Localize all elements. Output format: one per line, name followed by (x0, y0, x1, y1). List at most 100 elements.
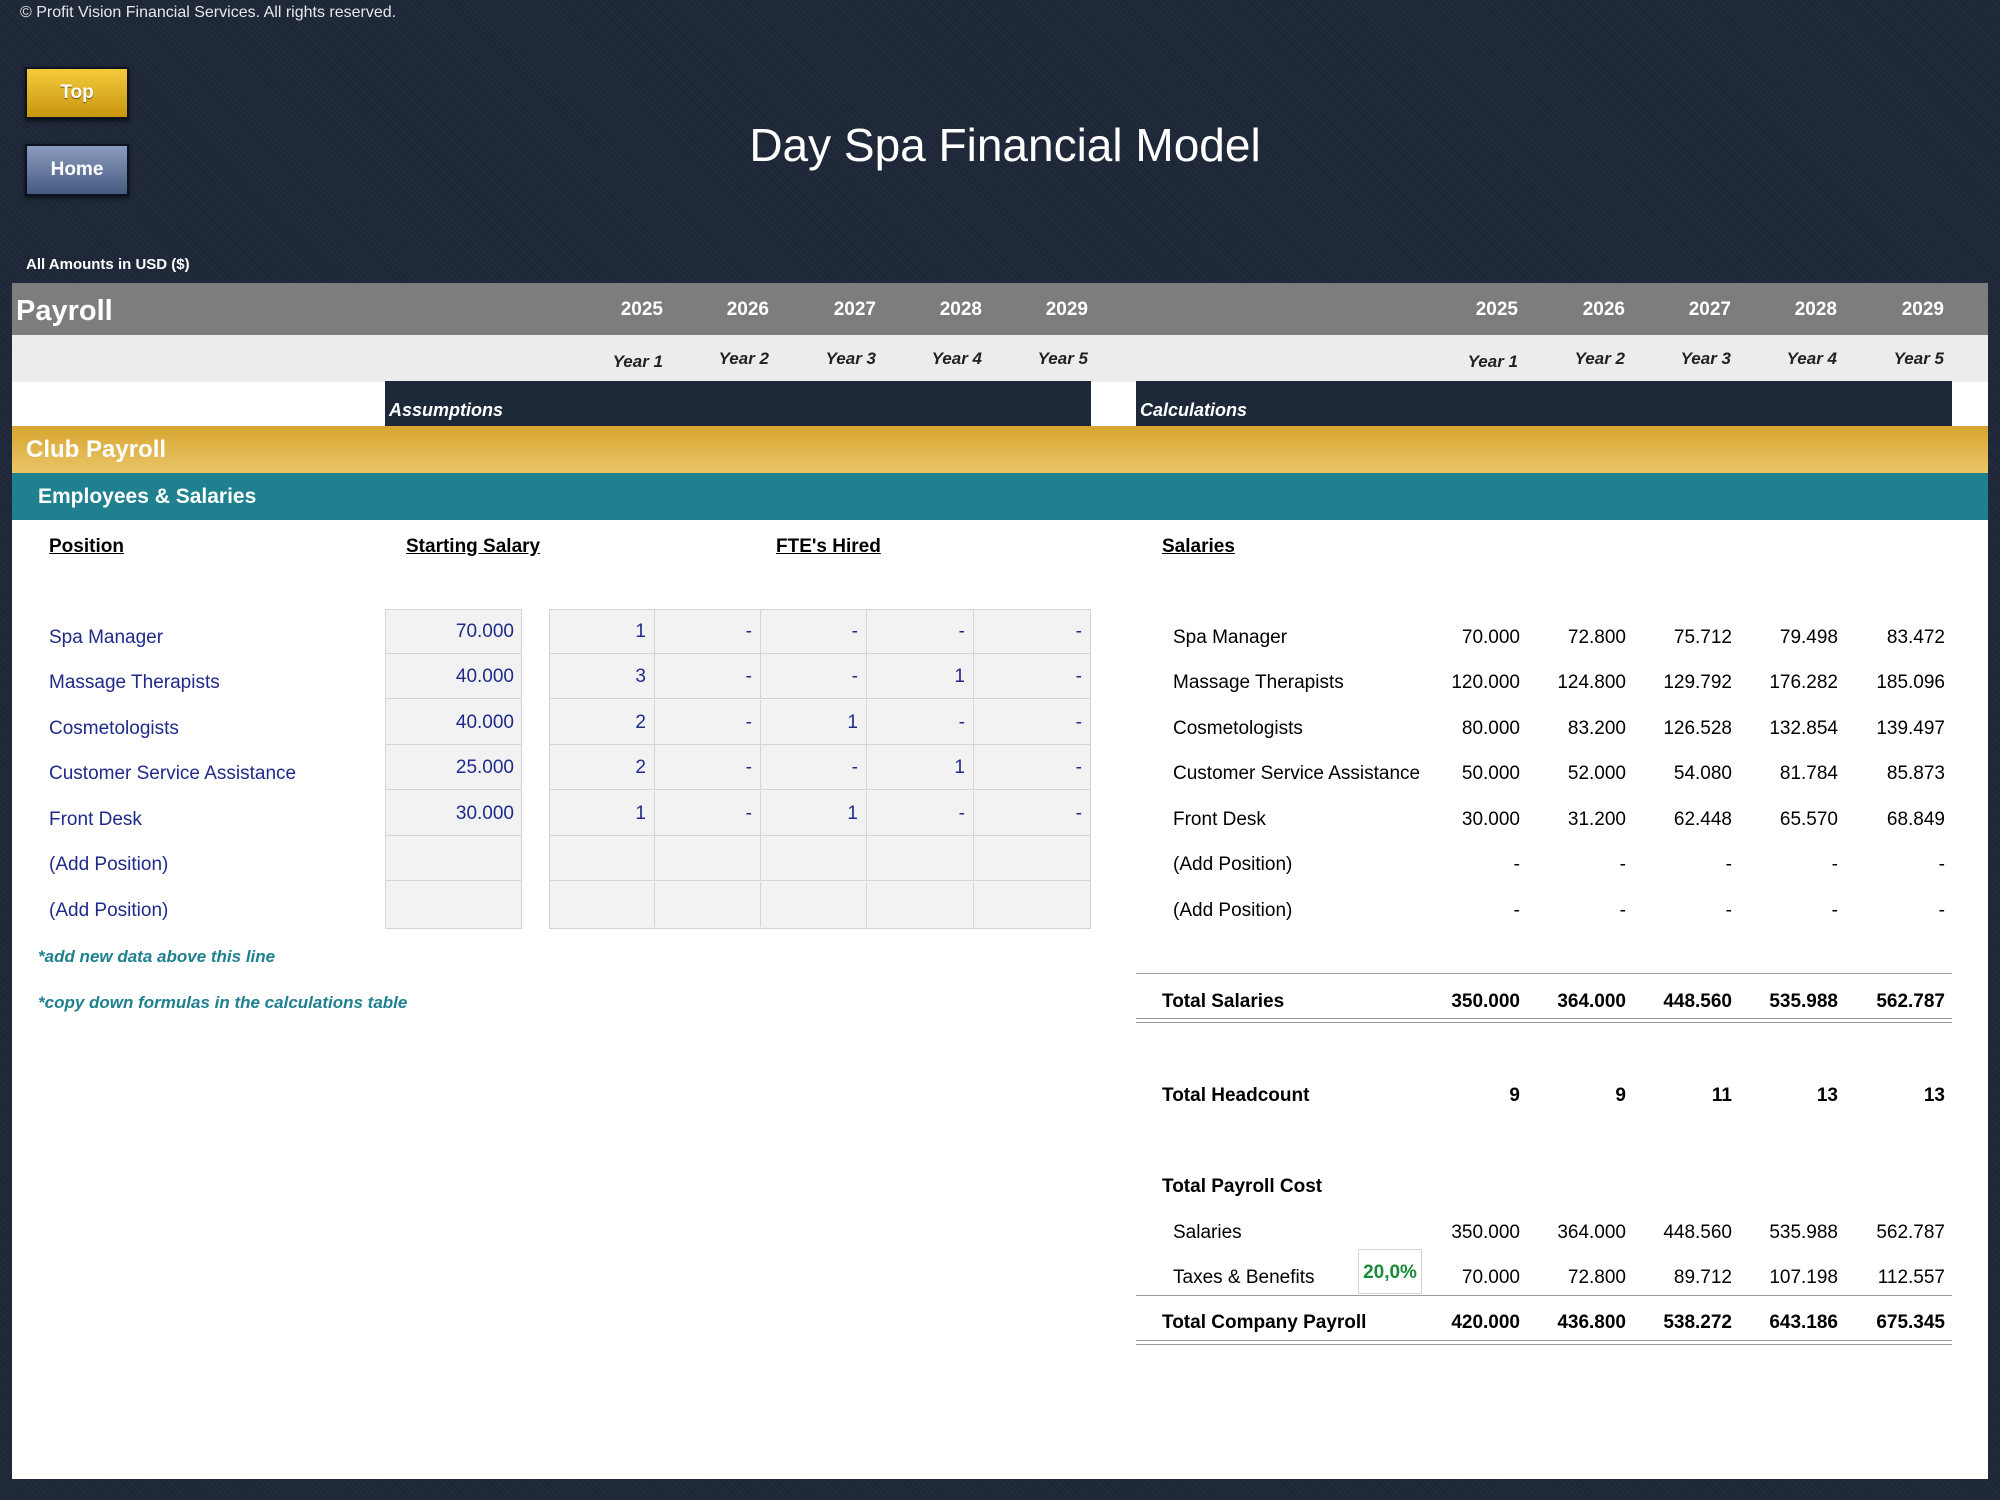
calc-row-label: (Add Position) (1173, 854, 1293, 875)
fte-input[interactable]: - (974, 700, 1091, 745)
calc-value: - (1831, 900, 1838, 921)
fte-input[interactable] (655, 836, 761, 881)
fte-input[interactable] (867, 836, 974, 881)
calc-value: - (1725, 854, 1732, 875)
calc-value: 185.096 (1876, 672, 1945, 693)
top-button[interactable]: Top (25, 67, 129, 119)
fte-input[interactable] (549, 882, 655, 927)
salaries-header: Salaries (1162, 536, 1235, 557)
fte-input[interactable]: - (867, 791, 974, 836)
total-company-payroll-value: 538.272 (1663, 1312, 1732, 1333)
fte-input[interactable]: - (761, 654, 867, 699)
salaries-row-value: 448.560 (1663, 1222, 1732, 1243)
total-company-payroll-label: Total Company Payroll (1162, 1312, 1367, 1333)
salary-input[interactable]: 25.000 (385, 745, 522, 790)
fte-input[interactable] (974, 836, 1091, 881)
sheet-title: Payroll (16, 295, 113, 327)
divider-line (1136, 1295, 1952, 1296)
fte-input[interactable]: - (974, 791, 1091, 836)
note-add-data: *add new data above this line (38, 947, 276, 966)
calc-value: 79.498 (1779, 627, 1838, 648)
starting-salary-header: Starting Salary (406, 536, 541, 557)
fte-input[interactable]: - (867, 700, 974, 745)
fte-input[interactable]: 2 (549, 745, 655, 790)
calc-value: - (1938, 900, 1945, 921)
salary-input[interactable] (385, 836, 522, 881)
calc-value: 52.000 (1567, 763, 1626, 784)
fte-input[interactable] (655, 882, 761, 927)
position-name: Massage Therapists (49, 672, 220, 693)
fte-input[interactable]: - (974, 745, 1091, 790)
fte-input[interactable]: 1 (549, 609, 655, 654)
fte-input[interactable] (761, 836, 867, 881)
double-underline (1136, 1340, 1952, 1341)
assumptions-bar: Assumptions (385, 381, 1091, 426)
total-headcount-value: 13 (1923, 1085, 1945, 1106)
calc-row-label: Massage Therapists (1173, 672, 1344, 693)
currency-label: All Amounts in USD ($) (26, 256, 190, 273)
salary-input[interactable]: 40.000 (385, 654, 522, 699)
tax-rate-input[interactable]: 20,0% (1358, 1249, 1422, 1294)
year-label-row: Year 1 Year 2 Year 3 Year 4 Year 5 Year … (12, 335, 1988, 382)
position-name: Front Desk (49, 809, 142, 830)
assumption-year-2: 2026 (726, 299, 769, 320)
fte-input[interactable]: - (655, 654, 761, 699)
fte-input[interactable]: - (974, 609, 1091, 654)
salary-input[interactable]: 30.000 (385, 791, 522, 836)
assumption-year-label-2: Year 2 (718, 349, 769, 368)
fte-input[interactable]: 1 (761, 700, 867, 745)
calc-year-label-5: Year 5 (1893, 349, 1944, 368)
taxes-row-label: Taxes & Benefits (1173, 1267, 1315, 1288)
fte-input[interactable]: - (974, 654, 1091, 699)
fte-input[interactable] (974, 882, 1091, 927)
calc-value: 83.472 (1886, 627, 1945, 648)
calc-value: 124.800 (1557, 672, 1626, 693)
calc-row-label: Front Desk (1173, 809, 1266, 830)
section-bar: Club Payroll (12, 426, 1988, 473)
calc-value: 68.849 (1886, 809, 1945, 830)
fte-input[interactable] (549, 836, 655, 881)
fte-input[interactable]: - (867, 609, 974, 654)
total-company-payroll-value: 643.186 (1769, 1312, 1838, 1333)
total-company-payroll-value: 420.000 (1451, 1312, 1520, 1333)
calc-value: 129.792 (1663, 672, 1732, 693)
taxes-row-value: 89.712 (1673, 1267, 1732, 1288)
salary-input[interactable]: 40.000 (385, 700, 522, 745)
fte-input[interactable]: - (655, 791, 761, 836)
calc-year-4: 2028 (1794, 299, 1837, 320)
fte-input[interactable]: 1 (867, 745, 974, 790)
assumption-year-1: 2025 (620, 299, 663, 320)
calculations-label: Calculations (1140, 400, 1248, 420)
fte-input[interactable]: - (655, 609, 761, 654)
fte-input[interactable]: - (761, 609, 867, 654)
fte-input[interactable]: 2 (549, 700, 655, 745)
fte-input[interactable]: 1 (867, 654, 974, 699)
taxes-row-value: 70.000 (1461, 1267, 1520, 1288)
assumption-year-3: 2027 (833, 299, 876, 320)
fte-input[interactable]: - (655, 700, 761, 745)
fte-hired-header: FTE's Hired (776, 536, 881, 557)
salaries-row-value: 364.000 (1557, 1222, 1626, 1243)
calc-value: 176.282 (1769, 672, 1838, 693)
add-position-placeholder: (Add Position) (49, 854, 169, 875)
calc-year-label-3: Year 3 (1680, 349, 1731, 368)
total-headcount-value: 9 (1509, 1085, 1520, 1106)
calc-value: 120.000 (1451, 672, 1520, 693)
salaries-row-value: 535.988 (1769, 1222, 1838, 1243)
total-headcount-value: 9 (1615, 1085, 1626, 1106)
calculations-bar: Calculations (1136, 381, 1952, 426)
fte-input[interactable] (761, 882, 867, 927)
salary-input[interactable]: 70.000 (385, 609, 522, 654)
fte-input[interactable]: 3 (549, 654, 655, 699)
salary-input[interactable] (385, 882, 522, 927)
salaries-row-value: 562.787 (1876, 1222, 1945, 1243)
calc-year-5: 2029 (1901, 299, 1944, 320)
fte-input[interactable]: 1 (761, 791, 867, 836)
fte-input[interactable]: 1 (549, 791, 655, 836)
fte-input[interactable]: - (655, 745, 761, 790)
calc-value: 75.712 (1673, 627, 1732, 648)
calc-value: 65.570 (1779, 809, 1838, 830)
fte-input[interactable]: - (761, 745, 867, 790)
calc-row-label: Cosmetologists (1173, 718, 1303, 739)
fte-input[interactable] (867, 882, 974, 927)
